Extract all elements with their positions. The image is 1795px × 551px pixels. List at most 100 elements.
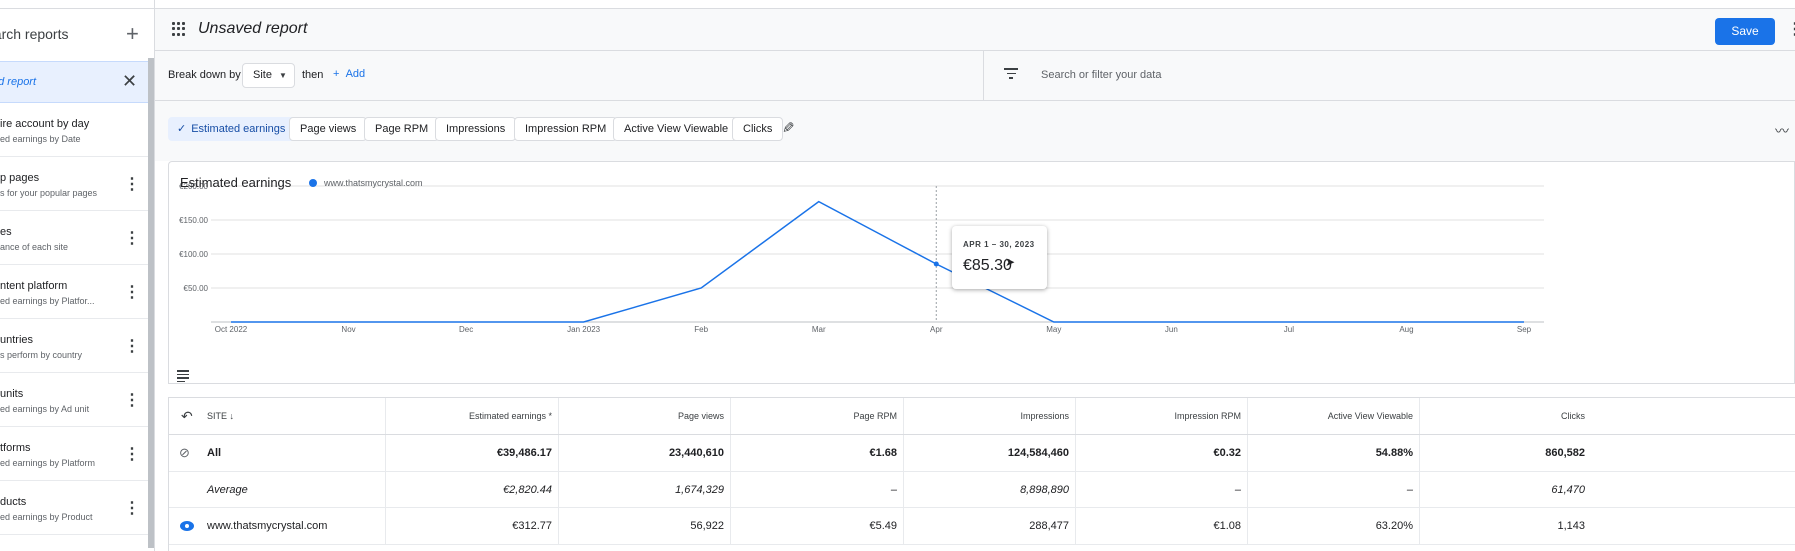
chip-label: Impression RPM	[525, 123, 607, 135]
table-cell: €2,820.44	[385, 472, 558, 507]
more-vert-icon[interactable]: ⋮	[124, 228, 140, 248]
table-cell: 1,674,329	[558, 472, 730, 507]
table-row: Average €2,820.44 1,674,329 – 8,898,890 …	[169, 472, 1795, 508]
report-subtitle: ed earnings by Platform	[0, 458, 96, 468]
x-tick-label: Jul	[1284, 325, 1294, 334]
table-cell: 860,582	[1419, 435, 1591, 471]
report-title-heading[interactable]: Unsaved report	[198, 20, 307, 38]
metric-chips: ✓ Estimated earnings Page views Page RPM …	[155, 101, 1795, 161]
more-vert-icon[interactable]: ⋮	[1787, 19, 1795, 39]
save-button[interactable]: Save	[1715, 18, 1775, 45]
x-tick-label: May	[1046, 325, 1061, 334]
table-cell: 63.20%	[1247, 508, 1419, 544]
table-cell: –	[1247, 472, 1419, 507]
reports-sidebar: earch reports + ed report ✕ ire account …	[0, 0, 155, 551]
report-subtitle: ed earnings by Platfor...	[0, 296, 95, 306]
metric-chip-page-views[interactable]: Page views	[289, 117, 368, 141]
table-cell: €0.32	[1075, 435, 1247, 471]
table-cell: –	[1075, 472, 1247, 507]
trend-chart-icon[interactable]: 〰	[1775, 121, 1789, 141]
column-header[interactable]: Page views	[558, 398, 730, 434]
column-header[interactable]: Active View Viewable	[1247, 398, 1419, 434]
chart-menu-icon[interactable]	[177, 370, 189, 384]
table-cell: €1.68	[730, 435, 903, 471]
table-cell: €1.08	[1075, 508, 1247, 544]
report-title: p pages	[0, 172, 40, 184]
search-filter-input[interactable]: Search or filter your data	[1041, 69, 1161, 81]
active-report-item[interactable]: ed report ✕	[0, 61, 148, 103]
report-title: ire account by day	[0, 118, 90, 130]
x-tick-label: Apr	[930, 325, 943, 334]
breakdown-bar: Break down by Site ▼ then + Add Search o…	[155, 51, 1795, 101]
metric-chip-impression-rpm[interactable]: Impression RPM	[514, 117, 618, 141]
metric-chip-page-rpm[interactable]: Page RPM	[364, 117, 440, 141]
sidebar-scrollbar[interactable]	[148, 58, 154, 548]
report-subtitle: ed earnings by Ad unit	[0, 404, 90, 414]
earnings-chart-card: €50.00 €100.00 €150.00 €200.00 Oct 2022 Nov De…	[168, 161, 1795, 384]
search-reports-bar[interactable]: earch reports +	[0, 8, 154, 58]
table-cell: 56,922	[558, 508, 730, 544]
more-vert-icon[interactable]: ⋮	[124, 336, 140, 356]
column-header[interactable]: Clicks	[1419, 398, 1591, 434]
report-subtitle: ed earnings by Date	[0, 134, 81, 144]
column-header[interactable]: Estimated earnings *	[385, 398, 558, 434]
table-cell: €5.49	[730, 508, 903, 544]
table-cell: €312.77	[385, 508, 558, 544]
table-cell: 288,477	[903, 508, 1075, 544]
sidebar-report-item[interactable]: tforms ed earnings by Platform ⋮	[0, 427, 148, 481]
row-label: Average	[207, 483, 248, 496]
sidebar-report-item[interactable]: untries s perform by country ⋮	[0, 319, 148, 373]
check-icon: ✓	[177, 123, 187, 135]
more-vert-icon[interactable]: ⋮	[124, 282, 140, 302]
table-cell: 54.88%	[1247, 435, 1419, 471]
column-header-site[interactable]: SITE ↓	[207, 398, 385, 434]
report-header: Unsaved report Save ⋮	[155, 8, 1795, 51]
column-header-label: SITE	[207, 411, 228, 421]
more-vert-icon[interactable]: ⋮	[124, 174, 140, 194]
sort-arrow-icon: ↓	[229, 411, 235, 421]
more-vert-icon[interactable]: ⋮	[124, 390, 140, 410]
column-header[interactable]: Page RPM	[730, 398, 903, 434]
more-vert-icon[interactable]: ⋮	[124, 498, 140, 518]
metric-chip-active-view-viewable[interactable]: Active View Viewable	[613, 117, 740, 141]
metric-chip-clicks[interactable]: Clicks	[732, 117, 784, 141]
dimension-select[interactable]: Site ▼	[242, 63, 295, 88]
visibility-off-icon[interactable]: ⊘	[179, 445, 190, 461]
sidebar-report-item[interactable]: ntent platform ed earnings by Platfor...…	[0, 265, 148, 319]
chart-tooltip: APR 1 – 30, 2023 €85.30	[952, 226, 1047, 289]
metric-chip-estimated-earnings[interactable]: ✓ Estimated earnings	[168, 117, 297, 141]
metric-chip-impressions[interactable]: Impressions	[435, 117, 517, 141]
report-subtitle: s perform by country	[0, 350, 83, 360]
sidebar-report-item[interactable]: es ance of each site ⋮	[0, 211, 148, 265]
report-title: tforms	[0, 442, 31, 454]
sidebar-report-item[interactable]: ducts ed earnings by Product ⋮	[0, 481, 148, 535]
filter-icon[interactable]	[1004, 68, 1018, 82]
table-cell: –	[730, 472, 903, 507]
row-label: All	[207, 447, 222, 459]
legend-marker	[309, 179, 317, 187]
edit-metrics-icon[interactable]: ✎	[782, 119, 795, 137]
column-header[interactable]: Impression RPM	[1075, 398, 1247, 434]
chip-label: Estimated earnings	[191, 123, 286, 135]
table-cell: 1,143	[1419, 508, 1591, 544]
add-report-icon[interactable]: +	[126, 21, 139, 47]
chip-label: Page views	[300, 123, 357, 135]
apps-grid-icon[interactable]	[172, 22, 186, 36]
visibility-icon[interactable]	[180, 521, 194, 531]
column-header[interactable]: Impressions	[903, 398, 1075, 434]
sidebar-report-item[interactable]: units ed earnings by Ad unit ⋮	[0, 373, 148, 427]
y-tick-label: €100.00	[179, 250, 208, 259]
close-icon[interactable]: ✕	[122, 71, 137, 92]
sidebar-report-item[interactable]: p pages s for your popular pages ⋮	[0, 157, 148, 211]
report-title: units	[0, 388, 24, 400]
sidebar-report-item[interactable]: ire account by day ed earnings by Date	[0, 103, 148, 157]
add-dimension-button[interactable]: + Add	[333, 68, 365, 80]
dropdown-caret-icon: ▼	[279, 71, 287, 80]
table-cell: €39,486.17	[385, 435, 558, 471]
x-tick-label: Jan 2023	[567, 325, 600, 334]
x-tick-label: Dec	[459, 325, 473, 334]
undo-icon[interactable]: ↶	[181, 408, 193, 425]
chip-label: Clicks	[743, 123, 773, 135]
table-header-row: ↶ SITE ↓ Estimated earnings * Page views…	[169, 398, 1795, 435]
more-vert-icon[interactable]: ⋮	[124, 444, 140, 464]
